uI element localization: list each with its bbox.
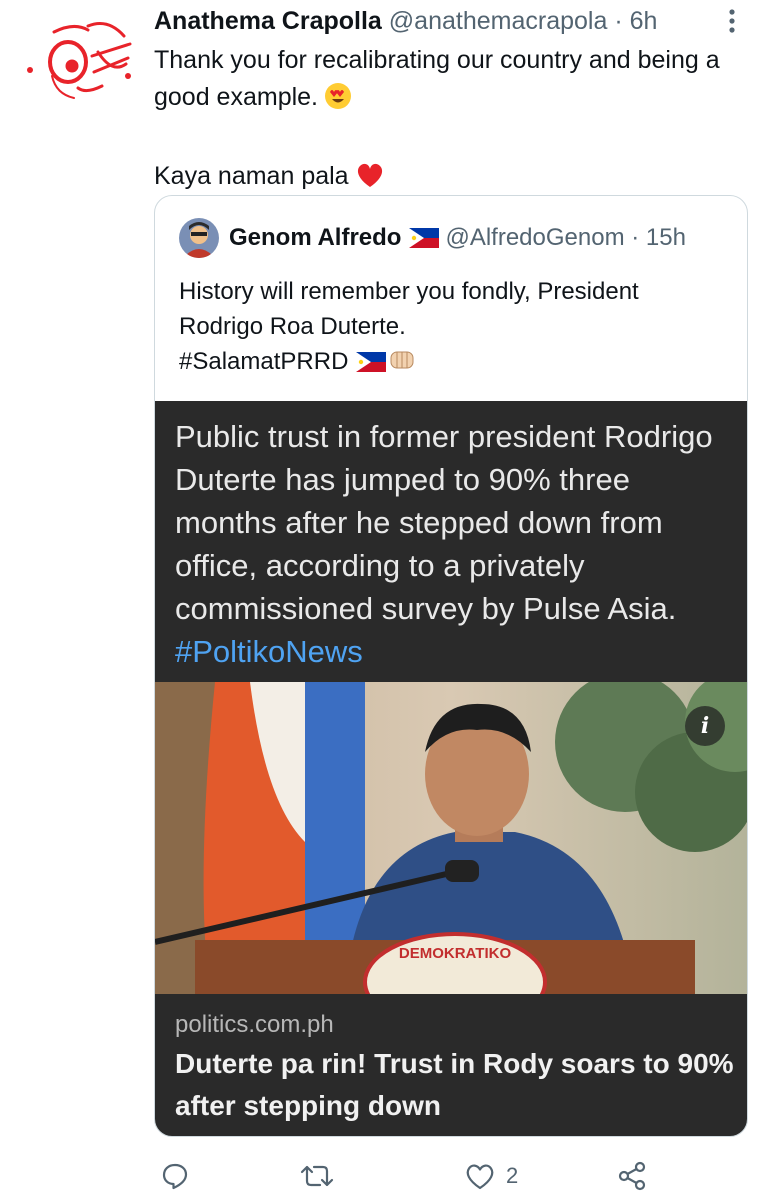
tweet-header: Anathema Crapolla @anathemacrapola · 6h <box>154 4 657 38</box>
quoted-time[interactable]: 15h <box>646 224 686 251</box>
quoted-author-name[interactable]: Genom Alfredo <box>229 224 401 251</box>
quoted-separator: · <box>631 224 640 251</box>
tweet-body: Thank you for recalibrating our country … <box>154 42 754 200</box>
quoted-line2: Rodrigo Roa Duterte. <box>179 313 406 340</box>
philippine-flag-icon <box>409 223 440 259</box>
share-button[interactable] <box>616 1158 648 1194</box>
author-handle[interactable]: @anathemacrapola <box>389 7 608 35</box>
reply-icon <box>162 1163 188 1190</box>
tweet-text-line2: Kaya naman pala <box>154 162 349 190</box>
retweet-icon <box>300 1165 334 1187</box>
card-lead-text: Public trust in former president Rodrigo… <box>175 415 735 673</box>
quoted-tweet[interactable]: Genom Alfredo @AlfredoGenom · 15h History… <box>154 195 748 1137</box>
podium-seal-text: DEMOKRATIKO <box>399 945 512 962</box>
retweet-button[interactable] <box>300 1158 334 1194</box>
reply-button[interactable] <box>160 1158 190 1194</box>
quoted-line1: History will remember you fondly, Presid… <box>179 278 639 305</box>
card-photo[interactable]: DEMOKRATIKO i <box>155 682 747 994</box>
card-lead: Public trust in former president Rodrigo… <box>175 419 713 626</box>
like-button[interactable]: 2 <box>464 1158 518 1194</box>
card-domain[interactable]: politics.com.ph <box>175 1011 334 1039</box>
quoted-hashtag[interactable]: #SalamatPRRD <box>179 348 348 375</box>
author-avatar[interactable] <box>16 14 140 104</box>
info-icon[interactable]: i <box>685 706 725 746</box>
author-name[interactable]: Anathema Crapolla <box>154 7 382 35</box>
card-hashtag[interactable]: #PoltikoNews <box>175 634 363 669</box>
action-bar: 2 <box>154 1150 754 1200</box>
more-options-icon[interactable] <box>722 6 742 36</box>
quoted-body: History will remember you fondly, Presid… <box>179 274 719 382</box>
card-headline[interactable]: Duterte pa rin! Trust in Rody soars to 9… <box>175 1043 735 1127</box>
fist-bump-icon <box>388 347 416 382</box>
link-card[interactable]: Public trust in former president Rodrigo… <box>155 401 747 1136</box>
separator-dot: · <box>614 7 623 35</box>
quoted-author-handle[interactable]: @AlfredoGenom <box>445 224 624 251</box>
like-icon <box>466 1164 494 1190</box>
tweet-time[interactable]: 6h <box>630 7 658 35</box>
like-count: 2 <box>506 1163 519 1188</box>
quoted-header: Genom Alfredo @AlfredoGenom · 15h <box>229 220 686 259</box>
share-icon <box>618 1161 646 1191</box>
philippine-flag-icon <box>356 347 387 382</box>
tweet-text-line1: Thank you for recalibrating our country … <box>154 46 720 111</box>
heart-eyes-emoji-icon <box>324 82 352 121</box>
quoted-author-avatar[interactable] <box>179 218 219 258</box>
